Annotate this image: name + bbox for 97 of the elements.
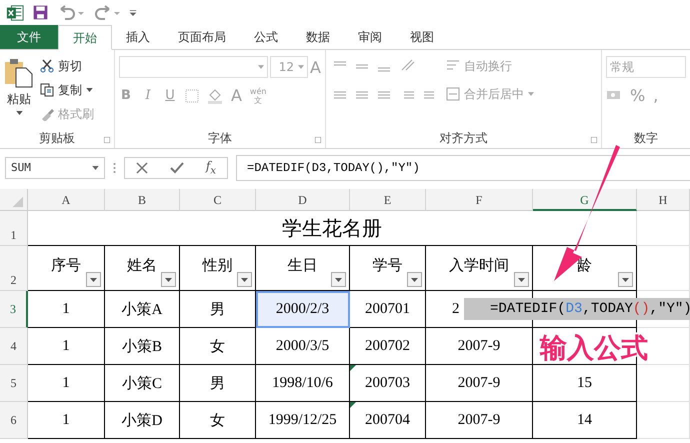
table-cell: 2000/3/5 — [256, 328, 350, 365]
table-cell: 女 — [180, 402, 256, 439]
column-header[interactable]: E — [350, 189, 426, 211]
table-cell: 200701 — [350, 291, 426, 328]
spreadsheet-app-icon — [6, 4, 24, 22]
ribbon-tab[interactable]: 视图 — [396, 25, 448, 49]
table-cell: 姓名 — [105, 246, 180, 291]
group-label: 剪贴板 — [38, 130, 75, 146]
filter-dropdown-icon[interactable] — [407, 272, 422, 287]
column-header[interactable]: A — [28, 189, 105, 211]
scissors-icon[interactable] — [40, 59, 54, 73]
row-header[interactable]: 1 — [0, 211, 28, 246]
dialog-launcher-icon[interactable] — [314, 137, 321, 143]
column-header[interactable]: D — [256, 189, 350, 211]
table-cell: 2007-9 — [426, 402, 533, 439]
filter-dropdown-icon[interactable] — [237, 272, 252, 287]
formula-tooltip: =DATEDIF(D3,TODAY(),"Y") — [464, 298, 690, 320]
grip-icon — [113, 162, 116, 174]
grid-cell[interactable] — [637, 402, 690, 439]
column-header[interactable]: F — [426, 189, 533, 211]
paintbrush-icon[interactable] — [40, 107, 54, 121]
column-header[interactable]: G — [533, 189, 637, 211]
font-name-field[interactable] — [118, 56, 268, 78]
table-cell: 2007-9 — [426, 328, 533, 365]
table-cell: 1999/12/25 — [256, 402, 350, 439]
row-header[interactable]: 5 — [0, 365, 28, 402]
check-icon[interactable] — [170, 162, 184, 174]
table-cell: 15 — [533, 365, 637, 402]
filter-dropdown-icon[interactable] — [514, 272, 529, 287]
table-cell: 男 — [180, 365, 256, 402]
copy-label[interactable]: 复制 — [58, 82, 82, 98]
table-cell: 200704 — [350, 402, 426, 439]
column-header[interactable]: H — [637, 189, 690, 211]
customize-toolbar-icon[interactable] — [129, 8, 137, 18]
table-cell: 200703 — [350, 365, 426, 402]
table-cell: 女 — [180, 328, 256, 365]
table-cell: 1 — [28, 291, 105, 328]
ribbon-tab[interactable]: 数据 — [292, 25, 344, 49]
table-cell: 小策C — [105, 365, 180, 402]
formula-field[interactable]: =DATEDIF(D3,TODAY(),"Y") — [236, 154, 690, 180]
table-cell: 1 — [28, 402, 105, 439]
row-header[interactable]: 3 — [0, 291, 28, 328]
table-cell: 200702 — [350, 328, 426, 365]
row-header[interactable]: 4 — [0, 328, 28, 365]
copy-icon[interactable] — [40, 83, 54, 97]
group-label: 字体 — [208, 130, 232, 146]
merge-icon[interactable] — [446, 87, 460, 101]
group-label: 对齐方式 — [439, 130, 488, 146]
filter-dropdown-icon[interactable] — [331, 272, 346, 287]
filter-dropdown-icon[interactable] — [161, 272, 176, 287]
ribbon-tab[interactable]: 页面布局 — [164, 25, 240, 49]
ribbon-tab[interactable]: 公式 — [240, 25, 292, 49]
column-header[interactable]: B — [105, 189, 180, 211]
save-icon[interactable] — [32, 4, 49, 21]
sheet-title: 学生花名册 — [28, 211, 637, 246]
dropdown-caret-icon[interactable] — [86, 88, 93, 92]
paste-label[interactable]: 粘贴 — [7, 91, 31, 108]
table-cell: 1 — [28, 365, 105, 402]
table-cell: 序号 — [28, 246, 105, 291]
insert-function-button[interactable]: f$_{x}$ — [206, 158, 216, 176]
fill-bucket-icon[interactable] — [206, 88, 223, 104]
table-cell: 14 — [533, 402, 637, 439]
table-cell: 小策B — [105, 328, 180, 365]
table-cell: 性别 — [180, 246, 256, 291]
group-label: 数字 — [634, 130, 658, 146]
borders-icon[interactable] — [184, 88, 199, 102]
table-cell: 小策D — [105, 402, 180, 439]
filter-dropdown-icon[interactable] — [618, 272, 633, 287]
ribbon-tab[interactable]: 开始 — [58, 25, 112, 50]
table-cell: 1998/10/6 — [256, 365, 350, 402]
dialog-launcher-icon[interactable] — [591, 137, 597, 143]
redo-icon[interactable] — [93, 4, 121, 20]
column-header[interactable]: C — [180, 189, 256, 211]
dialog-launcher-icon[interactable] — [104, 137, 110, 143]
highlighted-cell: 2000/2/3 — [256, 291, 350, 328]
filter-dropdown-icon[interactable] — [86, 272, 101, 287]
table-cell: 入学时间 — [426, 246, 533, 291]
cut-label[interactable]: 剪切 — [58, 58, 82, 74]
cancel-icon[interactable] — [136, 162, 148, 174]
row-header[interactable]: 2 — [0, 246, 28, 291]
ribbon-tab[interactable]: 审阅 — [344, 25, 396, 49]
error-indicator-icon[interactable] — [350, 402, 356, 408]
row-header[interactable]: 6 — [0, 402, 28, 439]
dropdown-caret-icon[interactable] — [16, 111, 22, 115]
table-cell: 2007-9 — [426, 365, 533, 402]
name-box[interactable]: SUM — [5, 156, 105, 178]
grid-cell[interactable] — [637, 365, 690, 402]
clipboard-icon[interactable] — [4, 58, 34, 88]
ribbon-tab[interactable]: 文件 — [0, 25, 58, 49]
grid-cell[interactable] — [637, 246, 690, 291]
error-indicator-icon[interactable] — [350, 365, 356, 371]
ribbon-tab[interactable]: 插入 — [112, 25, 164, 49]
select-all-corner-icon[interactable] — [0, 189, 28, 211]
table-cell: 小策A — [105, 291, 180, 328]
table-cell: 1 — [28, 328, 105, 365]
table-cell: 学号 — [350, 246, 426, 291]
grid-cell[interactable] — [637, 211, 690, 246]
